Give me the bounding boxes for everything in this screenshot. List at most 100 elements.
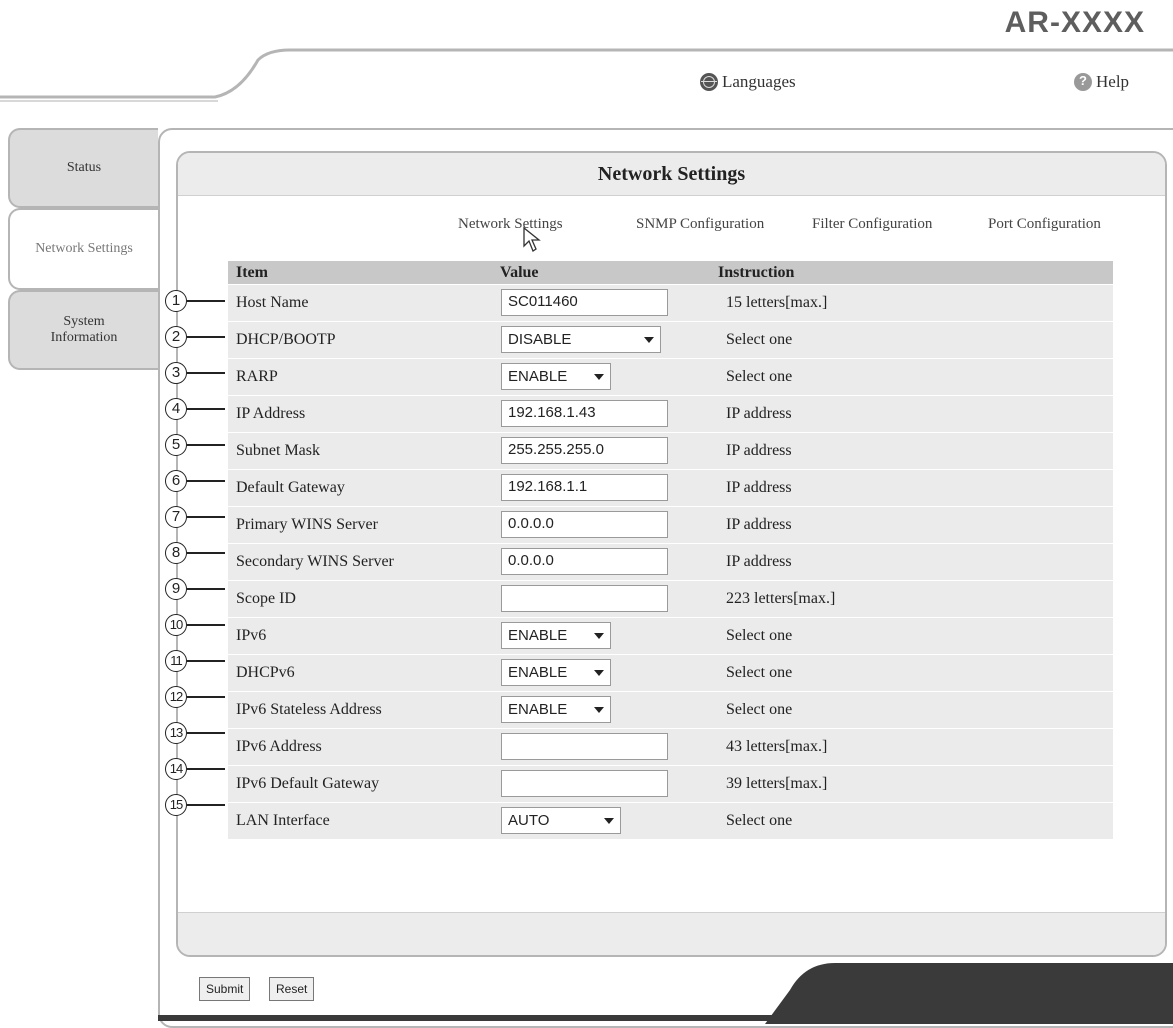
select-value: ENABLE [508,664,568,681]
callout-marker: 1 [165,290,225,314]
callout-marker: 14 [165,758,225,782]
callout-line [187,516,225,518]
row-instruction: Select one [726,627,793,644]
callout-line [187,480,225,482]
header-instruction: Instruction [718,263,795,281]
subnav-filter-configuration[interactable]: Filter Configuration [812,216,932,233]
callout-number: 11 [165,650,187,672]
row-instruction: 223 letters[max.] [726,590,836,607]
subnav-port-configuration[interactable]: Port Configuration [988,216,1101,233]
table-row: Default Gateway 192.168.1.1 IP address [228,470,1113,507]
table-row: IP Address 192.168.1.43 IP address [228,396,1113,433]
callout-number: 10 [165,614,187,636]
select-value: AUTO [508,812,550,829]
row-instruction: 39 letters[max.] [726,775,828,792]
table-row: RARP ENABLE Select one [228,359,1113,396]
tab-status[interactable]: Status [8,128,158,208]
row-value-input[interactable] [501,770,668,797]
row-value-input[interactable]: 192.168.1.43 [501,400,668,427]
table-row: IPv6 Stateless Address ENABLE Select one [228,692,1113,729]
callout-line [187,444,225,446]
callout-line [187,768,225,770]
row-item-label: DHCPv6 [236,664,295,681]
callout-line [187,552,225,554]
callout-number: 14 [165,758,187,780]
chevron-down-icon [594,669,604,676]
tab-label: Status [66,160,102,175]
callout-number: 13 [165,722,187,744]
row-item-label: DHCP/BOOTP [236,331,336,348]
row-value-select[interactable]: ENABLE [501,622,611,649]
callout-line [187,408,225,410]
mouse-cursor-icon [523,226,541,252]
header-item: Item [236,263,268,281]
row-value-input[interactable]: 0.0.0.0 [501,511,668,538]
settings-table: Item Value Instruction Host Name SC011460… [228,261,1113,840]
callout-marker: 12 [165,686,225,710]
row-instruction: IP address [726,553,792,570]
callout-number: 15 [165,794,187,816]
table-row: Subnet Mask 255.255.255.0 IP address [228,433,1113,470]
row-item-label: IPv6 Stateless Address [236,701,382,718]
callout-number: 12 [165,686,187,708]
tab-system-information[interactable]: System Information [8,290,158,370]
callout-marker: 9 [165,578,225,602]
table-header: Item Value Instruction [228,261,1113,285]
select-value: ENABLE [508,368,568,385]
row-item-label: IPv6 Address [236,738,322,755]
tab-network-settings[interactable]: Network Settings [8,208,158,290]
reset-button[interactable]: Reset [269,977,315,1001]
row-value-input[interactable] [501,585,668,612]
row-value-select[interactable]: DISABLE [501,326,661,353]
row-value-input[interactable]: 192.168.1.1 [501,474,668,501]
table-row: IPv6 Address 43 letters[max.] [228,729,1113,766]
row-item-label: Subnet Mask [236,442,320,459]
row-item-label: Default Gateway [236,479,345,496]
languages-label: Languages [722,72,796,91]
row-value-select[interactable]: ENABLE [501,696,611,723]
submit-button[interactable]: Submit [199,977,251,1001]
table-row: DHCP/BOOTP DISABLE Select one [228,322,1113,359]
row-instruction: IP address [726,516,792,533]
callout-marker: 15 [165,794,225,818]
callout-number: 2 [165,326,187,348]
subnav-snmp-configuration[interactable]: SNMP Configuration [636,216,764,233]
row-value-input[interactable] [501,733,668,760]
row-instruction: IP address [726,479,792,496]
callout-line [187,804,225,806]
row-item-label: LAN Interface [236,812,330,829]
table-row: Host Name SC011460 15 letters[max.] [228,285,1113,322]
callout-number: 6 [165,470,187,492]
row-value-input[interactable]: 0.0.0.0 [501,548,668,575]
row-instruction: IP address [726,405,792,422]
row-value-select[interactable]: ENABLE [501,363,611,390]
row-instruction: Select one [726,701,793,718]
row-instruction: 43 letters[max.] [726,738,828,755]
row-value-input[interactable]: SC011460 [501,289,668,316]
callout-line [187,372,225,374]
row-value-select[interactable]: AUTO [501,807,621,834]
callout-line [187,696,225,698]
table-row: IPv6 Default Gateway 39 letters[max.] [228,766,1113,803]
header-value: Value [500,261,716,284]
row-item-label: IPv6 [236,627,267,644]
callout-marker: 2 [165,326,225,350]
chevron-down-icon [594,373,604,380]
row-value-select[interactable]: ENABLE [501,659,611,686]
callout-marker: 13 [165,722,225,746]
row-item-label: RARP [236,368,278,385]
chevron-down-icon [604,817,614,824]
row-value-input[interactable]: 255.255.255.0 [501,437,668,464]
callout-line [187,732,225,734]
help-link[interactable]: Help [1074,72,1129,92]
callout-marker: 8 [165,542,225,566]
table-row: LAN Interface AUTO Select one [228,803,1113,840]
help-label: Help [1096,72,1130,91]
callout-marker: 5 [165,434,225,458]
languages-link[interactable]: Languages [700,72,796,92]
callout-marker: 3 [165,362,225,386]
row-instruction: Select one [726,368,793,385]
callout-marker: 4 [165,398,225,422]
chevron-down-icon [644,336,654,343]
table-row: Primary WINS Server 0.0.0.0 IP address [228,507,1113,544]
